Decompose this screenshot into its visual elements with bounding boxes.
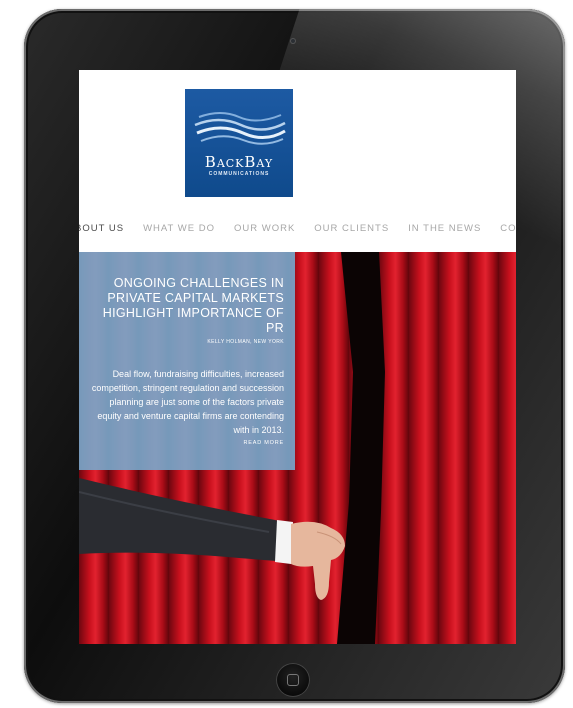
site-header: BackBay COMMUNICATIONS BOUT US WHAT WE DO… — [79, 70, 516, 252]
nav-item-our-clients[interactable]: OUR CLIENTS — [314, 223, 389, 234]
wave-icon — [194, 112, 286, 145]
feature-panel: ONGOING CHALLENGES IN PRIVATE CAPITAL MA… — [79, 252, 295, 470]
tablet-screen: BackBay COMMUNICATIONS BOUT US WHAT WE DO… — [79, 70, 516, 644]
camera-icon — [290, 38, 296, 44]
home-square-icon — [287, 674, 299, 686]
brand-logo[interactable]: BackBay COMMUNICATIONS — [185, 89, 293, 197]
main-nav: BOUT US WHAT WE DO OUR WORK OUR CLIENTS IN T… — [79, 218, 516, 234]
feature-summary: Deal flow, fundraising difficulties, inc… — [91, 369, 284, 435]
home-button[interactable] — [276, 663, 310, 697]
hero-image: ONGOING CHALLENGES IN PRIVATE CAPITAL MA… — [79, 252, 516, 644]
brand-name: BackBay — [204, 153, 274, 171]
feature-byline: KELLY HOLMAN, NEW YORK — [207, 339, 284, 345]
read-more-link[interactable]: READ MORE — [87, 440, 284, 446]
feature-headline[interactable]: ONGOING CHALLENGES IN PRIVATE CAPITAL MA… — [87, 276, 284, 336]
nav-item-about-us[interactable]: BOUT US — [79, 223, 124, 234]
nav-item-contact[interactable]: CONT — [500, 223, 516, 234]
nav-item-what-we-do[interactable]: WHAT WE DO — [143, 223, 215, 234]
brand-tagline: COMMUNICATIONS — [208, 171, 270, 177]
nav-item-in-the-news[interactable]: IN THE NEWS — [408, 223, 481, 234]
nav-item-our-work[interactable]: OUR WORK — [234, 223, 295, 234]
